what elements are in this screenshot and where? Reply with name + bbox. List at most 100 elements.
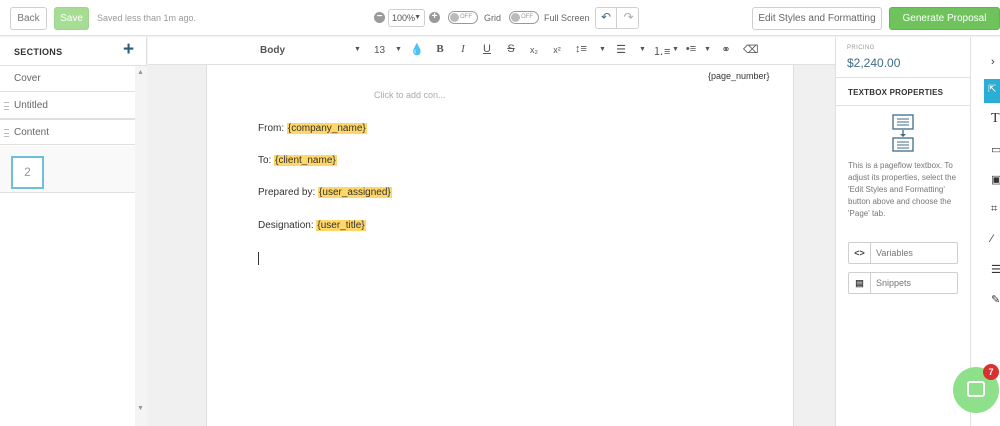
variable-tag[interactable]: {user_title} — [316, 220, 366, 231]
doc-line-from[interactable]: From: {company_name} — [258, 123, 367, 134]
shape-tool-icon[interactable]: ⌗ — [991, 203, 997, 216]
variable-tag[interactable]: {company_name} — [286, 123, 367, 134]
top-bar: Back Save Saved less than 1m ago. − 100%… — [0, 0, 1000, 36]
link-icon[interactable]: ⚭ — [719, 43, 733, 56]
pricing-value: $2,240.00 — [847, 56, 901, 70]
add-content-placeholder[interactable]: Click to add con... — [374, 90, 446, 100]
sections-title: SECTIONS — [14, 47, 63, 57]
sections-sidebar: SECTIONS + Cover Untitled Content 2 ▲ ▼ — [0, 37, 147, 426]
doc-line-label: Prepared by: — [258, 187, 319, 198]
document-page[interactable]: {page_number} Click to add con... From: … — [206, 65, 794, 426]
table-tool-icon[interactable]: ☰ — [991, 263, 1000, 276]
color-drop-icon[interactable]: 💧 — [410, 43, 424, 56]
page-number: {page_number} — [708, 71, 770, 81]
font-size-select[interactable]: 13 — [374, 45, 385, 56]
bold-icon[interactable]: B — [433, 43, 447, 55]
generate-proposal-button[interactable]: Generate Proposal — [889, 7, 1000, 30]
undo-icon[interactable]: ↶ — [596, 8, 617, 28]
toggle-knob — [450, 13, 459, 22]
align-icon[interactable]: ☰ — [614, 43, 628, 56]
subscript-icon[interactable]: x₂ — [527, 45, 541, 55]
grid-label: Grid — [484, 13, 502, 23]
grid-toggle[interactable]: OFF — [448, 11, 478, 24]
fullscreen-toggle-state: OFF — [521, 14, 533, 20]
doc-line-prepared-by[interactable]: Prepared by: {user_assigned} — [258, 187, 392, 198]
section-item-untitled[interactable]: Untitled — [0, 93, 135, 119]
section-item-label: Untitled — [14, 100, 48, 111]
italic-icon[interactable]: I — [456, 43, 470, 55]
ordered-list-icon[interactable]: ⒈≡ — [653, 43, 670, 59]
page-thumbnail[interactable]: 2 — [11, 156, 44, 189]
page-thumbnails: 2 — [0, 146, 135, 193]
save-status: Saved less than 1m ago. — [97, 13, 197, 23]
chevron-down-icon[interactable]: ▼ — [354, 46, 361, 53]
chevron-down-icon[interactable]: ▼ — [672, 46, 679, 53]
zoom-in-icon[interactable]: + — [429, 12, 440, 23]
chevron-down-icon[interactable]: ▼ — [639, 46, 646, 53]
snippet-icon: ▤ — [849, 273, 871, 293]
format-toolbar: Body ▼ 13 ▼ 💧 B I U S x₂ x² ↕≡ ▼ ☰ ▼ ⒈≡ … — [148, 37, 835, 65]
line-height-icon[interactable]: ↕≡ — [574, 43, 588, 55]
doc-line-label: To: — [258, 155, 275, 166]
select-tool-active[interactable]: ⇱ — [984, 79, 1000, 103]
zoom-select[interactable]: 100% ▼ — [388, 9, 425, 27]
plus-icon[interactable]: + — [123, 40, 134, 59]
chevron-down-icon[interactable]: ▼ — [599, 46, 606, 53]
chevron-right-icon[interactable]: › — [991, 56, 995, 68]
variables-label: Variables — [876, 248, 913, 258]
section-item-content[interactable]: Content — [0, 119, 135, 145]
strikethrough-icon[interactable]: S — [504, 43, 518, 55]
paragraph-style-select[interactable]: Body — [260, 45, 285, 56]
edit-styles-button[interactable]: Edit Styles and Formatting — [752, 7, 882, 30]
properties-panel: PRICING $2,240.00 TEXTBOX PROPERTIES Thi… — [835, 37, 971, 426]
doc-line-label: From: — [258, 123, 287, 134]
back-button[interactable]: Back — [10, 7, 47, 30]
snippets-label: Snippets — [876, 278, 912, 288]
drag-handle-icon[interactable] — [4, 129, 9, 137]
undo-redo-group: ↶ ↷ — [595, 7, 639, 29]
scroll-down-icon[interactable]: ▼ — [137, 405, 144, 412]
chevron-down-icon[interactable]: ▼ — [704, 46, 711, 53]
doc-line-label: Designation: — [258, 220, 317, 231]
redo-icon[interactable]: ↷ — [618, 8, 639, 28]
textbox-description: This is a pageflow textbox. To adjust it… — [848, 161, 957, 218]
bullet-list-icon[interactable]: •≡ — [684, 43, 698, 55]
variables-button[interactable]: <> Variables — [848, 242, 958, 264]
save-button[interactable]: Save — [54, 7, 89, 30]
fullscreen-label: Full Screen — [544, 13, 590, 23]
doc-line-designation[interactable]: Designation: {user_title} — [258, 220, 366, 231]
chat-icon — [967, 381, 985, 397]
variable-tag[interactable]: {client_name} — [274, 155, 337, 166]
section-item-cover[interactable]: Cover — [0, 66, 135, 92]
signature-tool-icon[interactable]: ✎ — [991, 293, 1000, 306]
snippets-button[interactable]: ▤ Snippets — [848, 272, 958, 294]
chat-unread-badge: 7 — [983, 364, 999, 380]
sidebar-scrollbar[interactable]: ▲ ▼ — [135, 66, 147, 426]
superscript-icon[interactable]: x² — [550, 45, 564, 55]
zoom-out-icon[interactable]: − — [374, 12, 385, 23]
toggle-knob — [511, 13, 520, 22]
line-tool-icon[interactable]: ∕ — [991, 233, 993, 245]
text-cursor — [258, 252, 259, 265]
clear-format-icon[interactable]: ⌫ — [743, 43, 759, 56]
underline-icon[interactable]: U — [480, 43, 494, 55]
drag-handle-icon[interactable] — [4, 102, 9, 110]
textbox-properties-header: TEXTBOX PROPERTIES — [836, 78, 971, 106]
variable-tag[interactable]: {user_assigned} — [318, 187, 392, 198]
text-tool-icon[interactable]: T — [991, 111, 1000, 127]
image-tool-icon[interactable]: ▭ — [991, 143, 1000, 156]
section-item-label: Cover — [14, 73, 41, 84]
pricing-label: PRICING — [847, 45, 875, 51]
scroll-up-icon[interactable]: ▲ — [137, 69, 144, 76]
sections-header: SECTIONS + — [0, 37, 147, 66]
chevron-down-icon[interactable]: ▼ — [395, 46, 402, 53]
grid-toggle-state: OFF — [460, 14, 472, 20]
media-tool-icon[interactable]: ▣ — [991, 173, 1000, 186]
textbox-illustration-icon — [892, 114, 914, 152]
cursor-icon: ⇱ — [988, 84, 997, 95]
textbox-properties-title: TEXTBOX PROPERTIES — [848, 88, 944, 97]
doc-line-to[interactable]: To: {client_name} — [258, 155, 337, 166]
fullscreen-toggle[interactable]: OFF — [509, 11, 539, 24]
code-brackets-icon: <> — [849, 243, 871, 263]
section-item-label: Content — [14, 127, 50, 138]
